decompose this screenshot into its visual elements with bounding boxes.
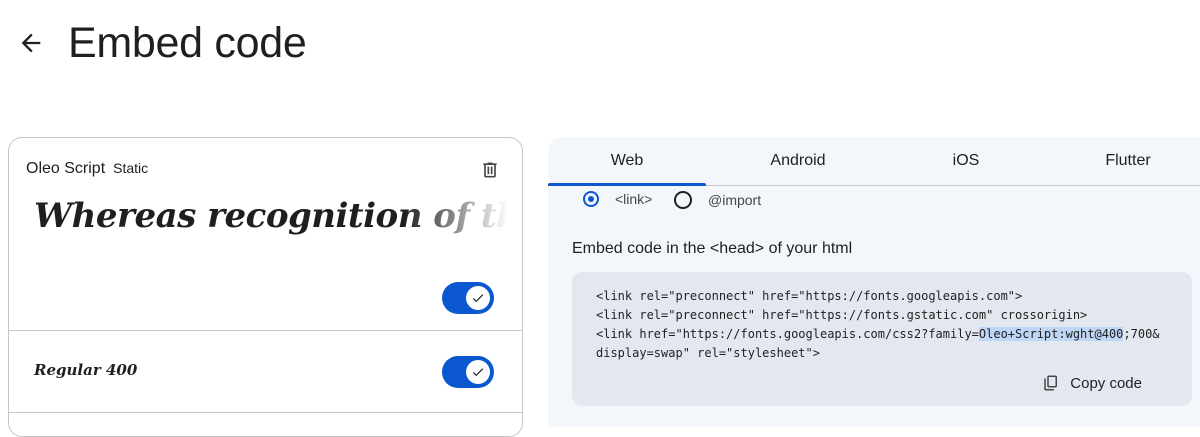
remove-family-button[interactable] [480, 160, 500, 180]
font-preview: Whereas recognition of the inh [34, 196, 514, 256]
back-button[interactable] [14, 26, 48, 60]
check-icon [472, 294, 484, 303]
radio-link[interactable] [583, 191, 599, 207]
code-line: <link href="https://fonts.googleapis.com… [596, 327, 1160, 341]
code-line: display=swap" rel="stylesheet"> [596, 346, 820, 360]
tab-web[interactable]: Web [548, 137, 706, 185]
font-type-label: Static [113, 160, 149, 176]
toggle-knob [466, 286, 490, 310]
code-segment: <link href="https://fonts.googleapis.com… [596, 327, 979, 341]
family-toggle[interactable] [442, 282, 494, 314]
check-icon [472, 368, 484, 377]
copy-code-label: Copy code [1070, 374, 1142, 392]
radio-import-label: @import [708, 192, 762, 208]
font-card-header: Oleo Script Static [26, 160, 148, 178]
radio-import[interactable] [674, 191, 692, 209]
tab-flutter[interactable]: Flutter [1048, 137, 1200, 185]
copy-icon [1044, 375, 1058, 391]
tab-ios[interactable]: iOS [886, 137, 1046, 185]
embed-instruction: Embed code in the <head> of your html [572, 240, 853, 257]
preview-fade [404, 196, 514, 256]
code-highlight: Oleo+Script:wght@400 [978, 327, 1124, 341]
radio-import-option[interactable]: @import [674, 191, 761, 209]
card-divider [9, 330, 522, 331]
arrow-back-icon [21, 33, 41, 53]
copy-code-button[interactable]: Copy code [1042, 374, 1142, 392]
code-line: <link rel="preconnect" href="https://fon… [596, 308, 1088, 322]
page-title: Embed code [68, 19, 307, 67]
toggle-knob [466, 360, 490, 384]
code-line: <link rel="preconnect" href="https://fon… [596, 289, 1023, 303]
embed-code[interactable]: <link rel="preconnect" href="https://fon… [596, 287, 1160, 363]
font-family-card: Oleo Script Static Whereas recognition o… [8, 137, 523, 437]
radio-link-label: <link> [615, 191, 653, 207]
style-label-regular-400: Regular 400 [34, 361, 138, 379]
font-family-name: Oleo Script [26, 160, 106, 177]
embed-panel: Web Android iOS Flutter <link> @import E… [548, 137, 1200, 427]
active-tab-indicator [548, 183, 706, 186]
trash-icon [483, 162, 497, 178]
platform-tabs: Web Android iOS Flutter [548, 137, 1200, 186]
code-block: <link rel="preconnect" href="https://fon… [572, 272, 1192, 406]
radio-link-option[interactable]: <link> [583, 191, 652, 207]
tab-android[interactable]: Android [718, 137, 878, 185]
style-toggle-regular-400[interactable] [442, 356, 494, 388]
code-segment: ;700& [1123, 327, 1160, 341]
card-divider [9, 412, 522, 413]
